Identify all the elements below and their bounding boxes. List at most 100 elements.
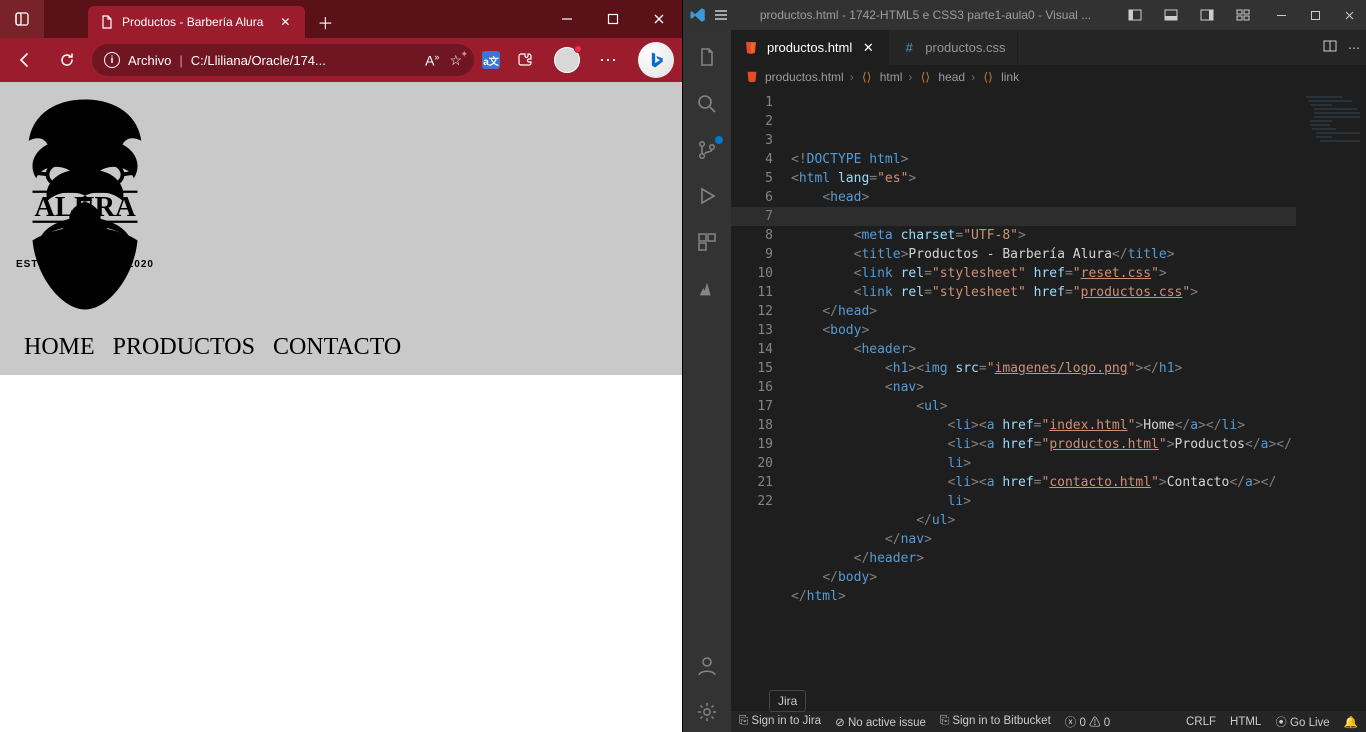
jira-tooltip: Jira xyxy=(769,690,806,712)
nav-home[interactable]: HOME xyxy=(24,334,95,361)
address-label: Archivo xyxy=(128,53,171,68)
explorer-activity[interactable] xyxy=(683,38,731,78)
vscode-window: productos.html - 1742-HTML5 e CSS3 parte… xyxy=(683,0,1366,732)
arrow-left-icon xyxy=(16,51,34,69)
vscode-close-button[interactable] xyxy=(1332,0,1366,30)
status-language[interactable]: HTML xyxy=(1230,716,1261,728)
window-minimize-button[interactable] xyxy=(544,0,590,38)
source-control-activity[interactable] xyxy=(683,130,731,170)
editor-more-button[interactable]: ⋯ xyxy=(1348,41,1360,55)
vscode-maximize-button[interactable] xyxy=(1298,0,1332,30)
editor-tab-label: productos.html xyxy=(767,40,852,55)
editor-area: productos.html ✕ # productos.css ⋯ produ… xyxy=(731,30,1366,732)
toggle-panel-left-button[interactable] xyxy=(1118,0,1152,30)
css-file-icon: # xyxy=(901,40,917,56)
browser-toolbar: i Archivo | C:/Lliliana/Oracle/174... A»… xyxy=(0,38,682,82)
tab-actions-icon xyxy=(14,11,30,27)
address-bar[interactable]: i Archivo | C:/Lliliana/Oracle/174... A»… xyxy=(92,44,474,76)
accounts-activity[interactable] xyxy=(683,646,731,686)
editor-tab-close[interactable]: ✕ xyxy=(860,40,876,56)
gear-icon xyxy=(695,700,719,724)
browser-tab-title: Productos - Barbería Alura xyxy=(122,15,263,29)
editor-tab-label: productos.css xyxy=(925,40,1005,55)
page-icon xyxy=(100,15,114,29)
vscode-titlebar: productos.html - 1742-HTML5 e CSS3 parte… xyxy=(683,0,1366,30)
window-maximize-button[interactable] xyxy=(590,0,636,38)
bracket-icon: ⟨⟩ xyxy=(860,70,874,84)
toggle-panel-bottom-button[interactable] xyxy=(1154,0,1188,30)
vscode-menu-button[interactable] xyxy=(709,0,733,30)
vscode-minimize-button[interactable] xyxy=(1264,0,1298,30)
logo-year: 2020 xyxy=(128,259,154,270)
html-file-icon xyxy=(743,40,759,56)
status-sign-in-bitbucket[interactable]: ⎘ Sign in to Bitbucket xyxy=(940,715,1051,728)
atlassian-activity[interactable] xyxy=(683,268,731,308)
hamburger-icon xyxy=(713,7,729,23)
activity-bar xyxy=(683,30,731,732)
status-eol[interactable]: CRLF xyxy=(1186,716,1216,728)
account-icon xyxy=(695,654,719,678)
browser-menu-button[interactable]: ⋯ xyxy=(592,43,626,77)
bracket-icon: ⟨⟩ xyxy=(981,70,995,84)
favorite-button[interactable]: ☆✦ xyxy=(449,52,462,69)
vscode-window-title: productos.html - 1742-HTML5 e CSS3 parte… xyxy=(733,8,1118,22)
extensions-button[interactable] xyxy=(508,43,542,77)
tab-close-button[interactable]: ✕ xyxy=(277,14,293,30)
status-bar: ⎘ Sign in to Jira ⊘ No active issue ⎘ Si… xyxy=(731,710,1366,732)
html-file-icon xyxy=(745,70,759,84)
toggle-panel-right-button[interactable] xyxy=(1190,0,1224,30)
profile-button[interactable] xyxy=(550,43,584,77)
status-no-active-issue[interactable]: ⊘ No active issue xyxy=(835,715,926,729)
reader-mode-icon[interactable]: A» xyxy=(425,52,439,69)
puzzle-icon xyxy=(516,51,534,69)
address-path: C:/Lliliana/Oracle/174... xyxy=(191,53,417,68)
atlassian-icon xyxy=(696,277,718,299)
split-editor-button[interactable] xyxy=(1322,38,1338,57)
editor-tabbar: productos.html ✕ # productos.css ⋯ xyxy=(731,30,1366,65)
breadcrumb[interactable]: productos.html› ⟨⟩ html› ⟨⟩ head› ⟨⟩ lin… xyxy=(731,65,1366,89)
extensions-activity[interactable] xyxy=(683,222,731,262)
extensions-icon xyxy=(695,230,719,254)
browser-titlebar: Productos - Barbería Alura ✕ ＋ xyxy=(0,0,682,38)
bing-sidebar-button[interactable] xyxy=(638,42,674,78)
status-go-live[interactable]: ⦿ Go Live xyxy=(1275,714,1329,730)
search-activity[interactable] xyxy=(683,84,731,124)
status-problems[interactable]: ⓧ 0 ⚠ 0 xyxy=(1065,714,1110,730)
site-info-icon[interactable]: i xyxy=(104,52,120,68)
editor-tab-productos-html[interactable]: productos.html ✕ xyxy=(731,30,889,65)
tab-actions-button[interactable] xyxy=(0,0,44,38)
page-header: ALURA ESTD 2020 HOME PRODUCTOS CONTACTO xyxy=(0,82,682,375)
code-content[interactable]: <!DOCTYPE html><html lang="es"> <head> <… xyxy=(787,89,1296,710)
code-editor[interactable]: 12345678910111213141516171819202122 <!DO… xyxy=(731,89,1366,710)
nav-contacto[interactable]: CONTACTO xyxy=(273,334,401,361)
status-notifications[interactable]: 🔔 xyxy=(1344,715,1358,729)
scm-badge-icon xyxy=(715,136,723,144)
translate-button[interactable]: a文 xyxy=(482,51,500,69)
notification-dot-icon xyxy=(574,45,582,53)
bing-icon xyxy=(646,50,666,70)
bracket-icon: ⟨⟩ xyxy=(918,70,932,84)
settings-activity[interactable] xyxy=(683,692,731,732)
status-sign-in-jira[interactable]: ⎘ Sign in to Jira xyxy=(739,715,821,728)
refresh-button[interactable] xyxy=(50,43,84,77)
new-tab-button[interactable]: ＋ xyxy=(311,8,339,36)
files-icon xyxy=(695,46,719,70)
refresh-icon xyxy=(58,51,76,69)
minimap[interactable] xyxy=(1296,89,1366,710)
site-nav: HOME PRODUCTOS CONTACTO xyxy=(10,328,672,369)
search-icon xyxy=(695,92,719,116)
play-icon xyxy=(695,184,719,208)
run-debug-activity[interactable] xyxy=(683,176,731,216)
edge-browser: Productos - Barbería Alura ✕ ＋ i Archivo… xyxy=(0,0,683,732)
nav-productos[interactable]: PRODUCTOS xyxy=(113,334,255,361)
layout-buttons xyxy=(1118,0,1264,30)
vscode-logo-icon xyxy=(689,6,707,24)
line-gutter: 12345678910111213141516171819202122 xyxy=(731,89,787,710)
page-viewport[interactable]: ALURA ESTD 2020 HOME PRODUCTOS CONTACTO xyxy=(0,82,682,732)
window-close-button[interactable] xyxy=(636,0,682,38)
browser-tab[interactable]: Productos - Barbería Alura ✕ xyxy=(88,6,305,38)
editor-tab-productos-css[interactable]: # productos.css xyxy=(889,30,1018,65)
logo-estd: ESTD xyxy=(16,259,47,270)
customize-layout-button[interactable] xyxy=(1226,0,1260,30)
back-button[interactable] xyxy=(8,43,42,77)
